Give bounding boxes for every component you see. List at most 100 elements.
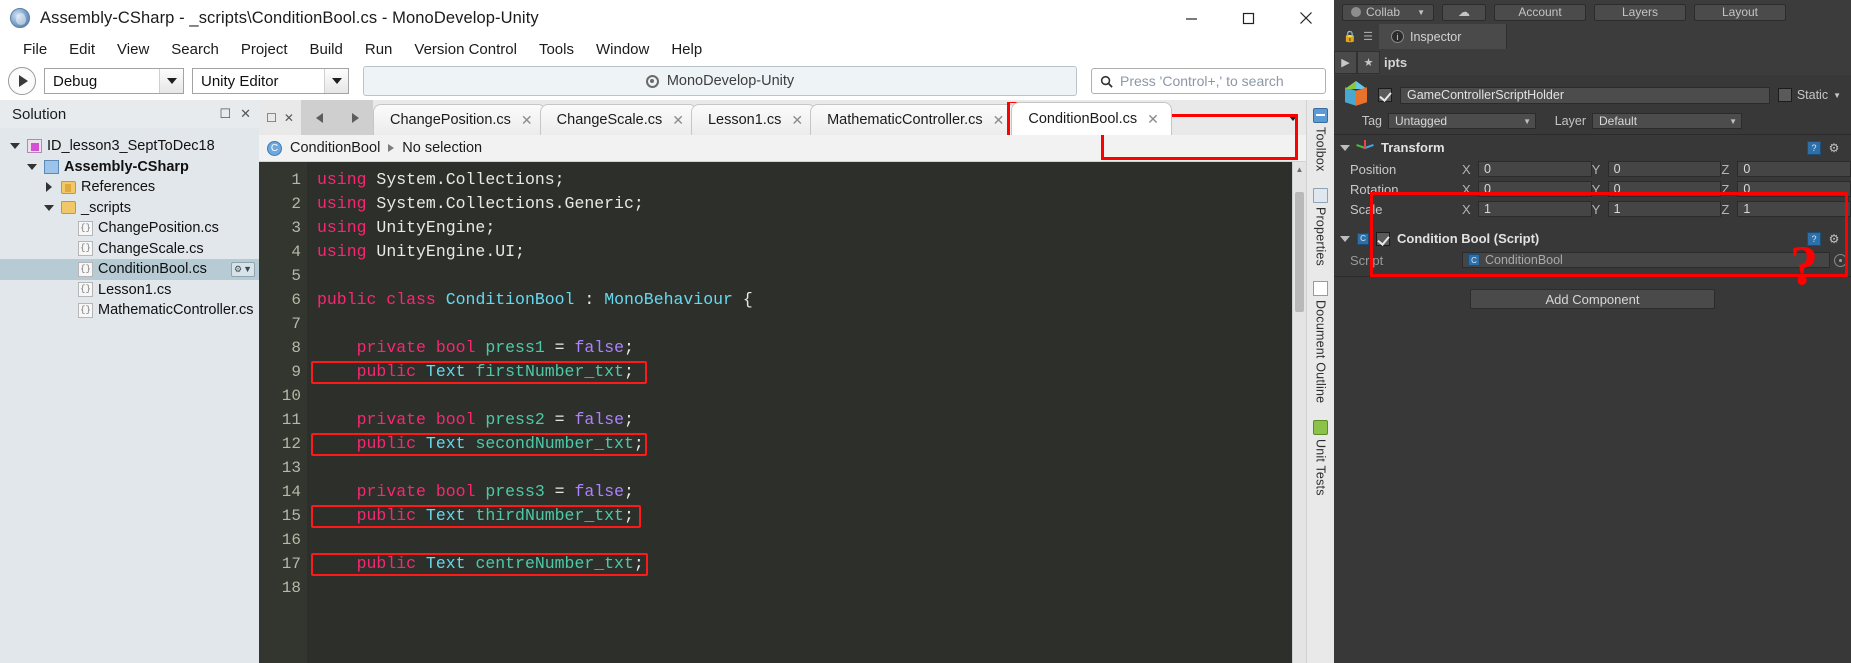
transform-component-header[interactable]: Transform ? ⚙: [1334, 135, 1851, 159]
menu-run[interactable]: Run: [354, 39, 404, 60]
code-line[interactable]: [307, 576, 1292, 600]
tab-inspector[interactable]: i Inspector: [1379, 24, 1507, 49]
collab-button[interactable]: Collab ▼: [1342, 3, 1434, 21]
star-icon[interactable]: ★: [1357, 50, 1380, 74]
code-line[interactable]: private bool press3 = false;: [307, 480, 1292, 504]
menu-view[interactable]: View: [106, 39, 160, 60]
value-input-y[interactable]: 1: [1607, 201, 1722, 217]
expander-down-icon[interactable]: [8, 143, 22, 150]
menu-edit[interactable]: Edit: [58, 39, 106, 60]
tree-item-mathematiccontroller-cs[interactable]: {} MathematicController.cs: [0, 300, 259, 321]
hamburger-icon[interactable]: ☰: [1363, 30, 1373, 43]
close-icon[interactable]: ✕: [791, 112, 803, 129]
code-line[interactable]: private bool press2 = false;: [307, 408, 1292, 432]
close-icon[interactable]: ✕: [672, 112, 684, 129]
menu-file[interactable]: File: [12, 39, 58, 60]
gear-icon[interactable]: ⚙: [1827, 141, 1841, 155]
scrollbar-thumb[interactable]: [1295, 192, 1304, 312]
code-line[interactable]: [307, 264, 1292, 288]
layer-dropdown[interactable]: Default ▼: [1592, 113, 1742, 129]
code-line[interactable]: using UnityEngine.UI;: [307, 240, 1292, 264]
script-object-field[interactable]: C ConditionBool: [1462, 252, 1830, 268]
menu-search[interactable]: Search: [160, 39, 230, 60]
object-enabled-checkbox[interactable]: [1378, 88, 1392, 102]
menu-help[interactable]: Help: [660, 39, 713, 60]
value-input-z[interactable]: 1: [1737, 201, 1851, 217]
dock-icon[interactable]: ☐: [219, 106, 231, 122]
status-bar[interactable]: MonoDevelop-Unity: [363, 66, 1077, 96]
account-button[interactable]: Account: [1494, 3, 1586, 21]
dock-tab-unit-tests[interactable]: Unit Tests: [1308, 416, 1334, 504]
configuration-dropdown[interactable]: Debug: [44, 68, 184, 94]
tree-item-changeposition-cs[interactable]: {} ChangePosition.cs: [0, 218, 259, 239]
global-search-box[interactable]: Press 'Control+,' to search: [1091, 68, 1326, 94]
code-line[interactable]: [307, 528, 1292, 552]
editor-tab-changeposition-cs[interactable]: ChangePosition.cs ✕: [373, 104, 546, 135]
value-input-x[interactable]: 0: [1478, 181, 1592, 197]
code-line[interactable]: public Text firstNumber_txt;: [307, 360, 1292, 384]
close-button[interactable]: [1277, 0, 1334, 36]
help-book-icon[interactable]: ?: [1807, 140, 1821, 155]
code-line[interactable]: using System.Collections.Generic;: [307, 192, 1292, 216]
tree-item-assembly-csharp[interactable]: Assembly-CSharp: [0, 157, 259, 178]
editor-tab-changescale-cs[interactable]: ChangeScale.cs ✕: [539, 104, 697, 135]
menu-window[interactable]: Window: [585, 39, 660, 60]
value-input-x[interactable]: 1: [1478, 201, 1592, 217]
tab-overflow-button[interactable]: [1280, 100, 1306, 135]
code-line[interactable]: public Text secondNumber_txt;: [307, 432, 1292, 456]
value-input-z[interactable]: 0: [1737, 161, 1851, 177]
code-lines[interactable]: using System.Collections; using System.Co…: [307, 162, 1292, 663]
editor-tab-mathematiccontroller-cs[interactable]: MathematicController.cs ✕: [810, 104, 1018, 135]
code-line[interactable]: public Text centreNumber_txt;: [307, 552, 1292, 576]
code-line[interactable]: public class ConditionBool : MonoBehavio…: [307, 288, 1292, 312]
checkbox-icon[interactable]: [1777, 88, 1792, 102]
scroll-up-icon[interactable]: ▲: [1293, 162, 1306, 176]
code-line[interactable]: public Text thirdNumber_txt;: [307, 504, 1292, 528]
maximize-button[interactable]: [1220, 0, 1277, 36]
code-line[interactable]: [307, 312, 1292, 336]
breadcrumb-class[interactable]: ConditionBool: [290, 140, 380, 156]
minimize-button[interactable]: [1163, 0, 1220, 36]
tag-dropdown[interactable]: Untagged ▼: [1388, 113, 1536, 129]
editor-tab-conditionbool-cs[interactable]: ConditionBool.cs ✕: [1011, 102, 1172, 135]
object-picker-icon[interactable]: [1834, 253, 1847, 267]
chevron-down-icon[interactable]: [1340, 235, 1350, 242]
cloud-button[interactable]: ☁: [1442, 3, 1486, 21]
tree-item-scripts[interactable]: _scripts: [0, 198, 259, 219]
tree-item-lesson1-cs[interactable]: {} Lesson1.cs: [0, 280, 259, 301]
script-enabled-checkbox[interactable]: [1376, 231, 1390, 246]
value-input-z[interactable]: 0: [1737, 181, 1851, 197]
value-input-x[interactable]: 0: [1478, 161, 1592, 177]
close-icon[interactable]: ✕: [993, 112, 1005, 129]
script-component-header[interactable]: C Condition Bool (Script) ? ⚙: [1334, 226, 1851, 250]
breadcrumb-member[interactable]: No selection: [402, 140, 482, 156]
dock-tab-document-outline[interactable]: Document Outline: [1308, 277, 1334, 411]
code-line[interactable]: private bool press1 = false;: [307, 336, 1292, 360]
tree-item-conditionbool-cs[interactable]: {} ConditionBool.cs ⚙ ▼: [0, 259, 259, 280]
expander-down-icon[interactable]: [25, 163, 39, 170]
tree-item-changescale-cs[interactable]: {} ChangeScale.cs: [0, 239, 259, 260]
layers-dropdown[interactable]: Layers: [1594, 3, 1686, 21]
menu-build[interactable]: Build: [299, 39, 354, 60]
run-button[interactable]: [8, 67, 36, 95]
chevron-left-icon[interactable]: [315, 112, 323, 123]
dock-tab-properties[interactable]: Properties: [1308, 184, 1334, 274]
tree-item-id-lesson3-septtodec18[interactable]: ID_lesson3_SeptToDec18: [0, 136, 259, 157]
play-small-icon[interactable]: ▶: [1334, 50, 1357, 74]
editor-tab-lesson1-cs[interactable]: Lesson1.cs ✕: [690, 104, 817, 135]
layout-dropdown[interactable]: Layout: [1694, 3, 1786, 21]
menu-project[interactable]: Project: [230, 39, 299, 60]
close-icon[interactable]: ✕: [1147, 111, 1159, 128]
expander-down-icon[interactable]: [42, 204, 56, 211]
close-icon[interactable]: ✕: [240, 106, 251, 122]
dock-tab-toolbox[interactable]: Toolbox: [1308, 104, 1334, 180]
menu-tools[interactable]: Tools: [528, 39, 585, 60]
close-icon[interactable]: ✕: [284, 111, 294, 125]
menu-version-control[interactable]: Version Control: [403, 39, 528, 60]
code-line[interactable]: using System.Collections;: [307, 168, 1292, 192]
dock-icon[interactable]: ☐: [266, 111, 277, 125]
code-line[interactable]: [307, 456, 1292, 480]
chevron-down-icon[interactable]: ▼: [1833, 91, 1841, 100]
gear-icon[interactable]: ⚙: [1827, 232, 1841, 246]
chevron-right-icon[interactable]: [351, 112, 359, 123]
